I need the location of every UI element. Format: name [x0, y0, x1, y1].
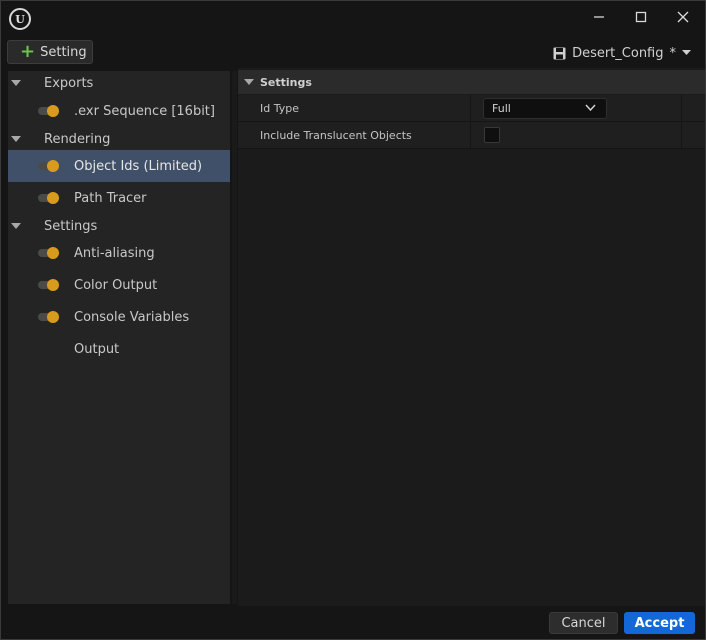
column-divider[interactable]	[470, 122, 471, 149]
logo-letter: U	[15, 12, 25, 26]
tree-item-path-tracer[interactable]: Path Tracer	[8, 182, 230, 214]
caret-down-icon[interactable]	[11, 136, 21, 142]
tree-item-label: Anti-aliasing	[74, 245, 155, 261]
property-row-include-translucent: Include Translucent Objects	[238, 122, 705, 149]
property-name: Id Type	[260, 102, 299, 115]
tree-category-rendering[interactable]: Rendering	[8, 127, 230, 151]
close-window-button[interactable]	[663, 5, 703, 29]
toggle-icon[interactable]	[38, 160, 60, 172]
plus-icon: +	[20, 41, 36, 62]
panel-splitter[interactable]	[232, 71, 237, 604]
minimize-icon	[594, 16, 604, 18]
maximize-button[interactable]	[621, 5, 661, 29]
column-divider	[681, 95, 682, 122]
tree-item-console-variables[interactable]: Console Variables	[8, 301, 230, 333]
toggle-icon[interactable]	[38, 311, 60, 323]
tree-item-color-output[interactable]: Color Output	[8, 269, 230, 301]
toggle-icon[interactable]	[38, 192, 60, 204]
details-panel: Settings Id Type Full Include Translucen…	[238, 68, 705, 606]
property-name: Include Translucent Objects	[260, 129, 412, 142]
add-setting-button[interactable]: + Setting	[7, 40, 93, 64]
chevron-down-icon	[585, 104, 596, 112]
minimize-button[interactable]	[579, 5, 619, 29]
id-type-dropdown[interactable]: Full	[483, 98, 607, 119]
category-label: Settings	[44, 218, 98, 234]
tree-item-anti-aliasing[interactable]: Anti-aliasing	[8, 237, 230, 269]
toggle-icon[interactable]	[38, 247, 60, 259]
caret-down-icon[interactable]	[244, 79, 254, 85]
chevron-down-icon	[682, 50, 691, 55]
tree-item-exr-sequence[interactable]: .exr Sequence [16bit]	[8, 95, 230, 127]
category-label: Exports	[44, 75, 94, 91]
settings-section-header[interactable]: Settings	[238, 70, 705, 94]
property-row-id-type: Id Type Full	[238, 95, 705, 122]
dropdown-value: Full	[492, 102, 511, 115]
tree-item-label: .exr Sequence [16bit]	[74, 103, 215, 119]
toggle-icon[interactable]	[38, 279, 60, 291]
tree-category-exports[interactable]: Exports	[8, 71, 230, 95]
tree-item-object-ids[interactable]: Object Ids (Limited)	[8, 150, 230, 182]
tree-item-label: Output	[74, 341, 120, 357]
title-bar[interactable]: U	[1, 1, 705, 35]
tree-item-output[interactable]: Output	[8, 333, 230, 365]
toolbar: + Setting Desert_Config *	[1, 35, 705, 69]
caret-down-icon[interactable]	[11, 80, 21, 86]
caret-down-icon[interactable]	[11, 223, 21, 229]
close-icon	[677, 11, 689, 23]
accept-button[interactable]: Accept	[624, 612, 695, 634]
cancel-button[interactable]: Cancel	[549, 612, 618, 634]
config-name: Desert_Config	[572, 45, 664, 61]
category-label: Rendering	[44, 131, 111, 147]
add-setting-label: Setting	[40, 44, 87, 60]
maximize-icon	[635, 11, 647, 23]
settings-tree: Exports .exr Sequence [16bit] Rendering …	[8, 71, 230, 604]
tree-item-label: Console Variables	[74, 309, 190, 325]
tree-item-label: Object Ids (Limited)	[74, 158, 203, 174]
column-divider	[681, 122, 682, 149]
unreal-logo-icon: U	[9, 8, 31, 30]
toggle-icon[interactable]	[38, 105, 60, 117]
tree-category-settings[interactable]: Settings	[8, 214, 230, 238]
include-translucent-checkbox[interactable]	[484, 127, 500, 143]
movie-render-config-window: U + Setting Desert_Config * Exports .exr…	[0, 0, 706, 640]
config-preset-dropdown[interactable]: Desert_Config *	[553, 43, 691, 63]
tree-item-label: Path Tracer	[74, 190, 147, 206]
column-divider[interactable]	[470, 95, 471, 122]
section-title: Settings	[260, 75, 312, 89]
save-icon	[553, 47, 566, 59]
tree-item-label: Color Output	[74, 277, 158, 293]
config-dirty-marker: *	[669, 45, 677, 61]
